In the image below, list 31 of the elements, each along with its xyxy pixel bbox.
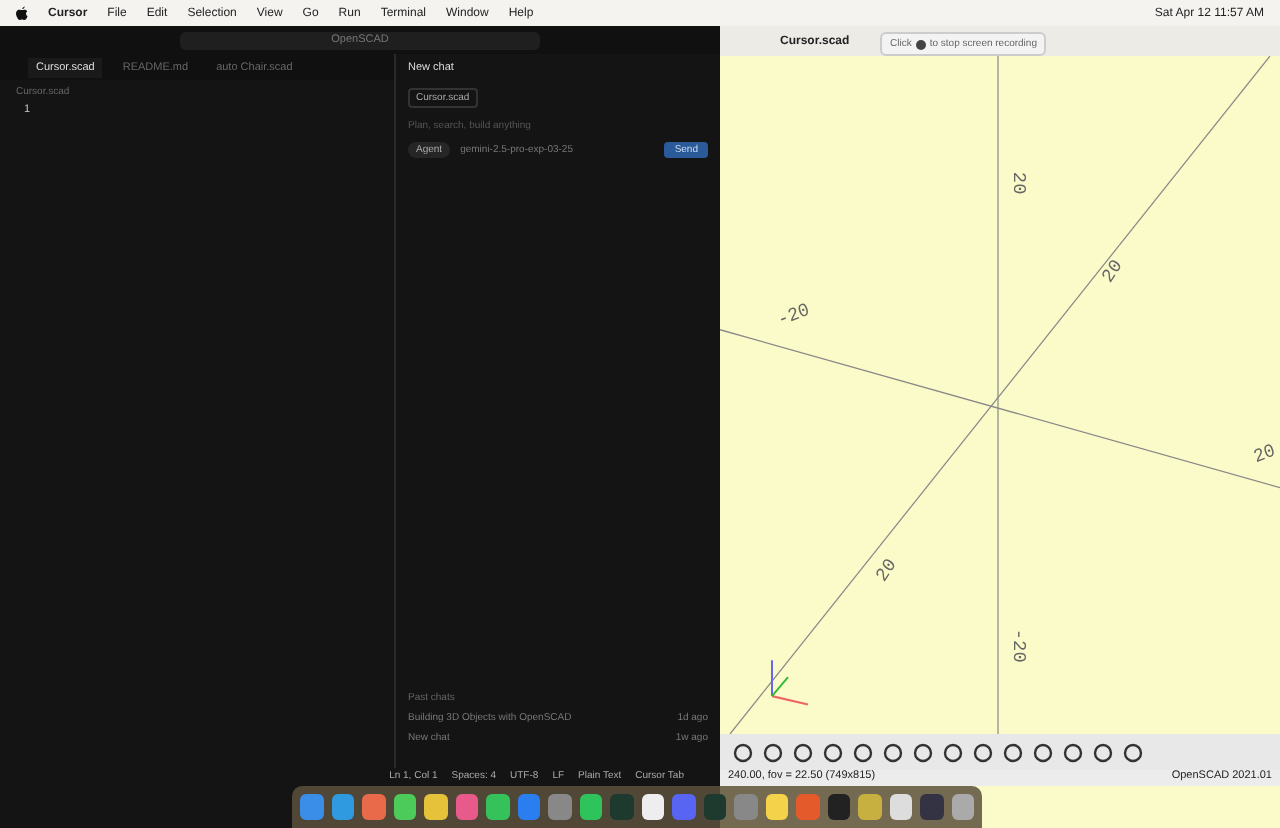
axis-label: 20 <box>871 554 902 586</box>
toolbar-icon[interactable] <box>792 741 814 763</box>
toolbar-icon[interactable] <box>1002 741 1024 763</box>
toolbar-icon[interactable] <box>942 741 964 763</box>
toolbar-icon[interactable] <box>1122 741 1144 763</box>
apple-logo-icon[interactable] <box>16 6 28 20</box>
toolbar-icon[interactable] <box>972 741 994 763</box>
app-icon[interactable] <box>579 794 602 820</box>
app-icon[interactable] <box>393 794 416 820</box>
app-icon[interactable] <box>641 794 664 820</box>
record-icon <box>915 39 926 49</box>
axis-label: -20 <box>1008 628 1030 663</box>
axis-label: 20 <box>1250 439 1279 469</box>
toolbar-icon[interactable] <box>1062 741 1084 763</box>
toolbar-icon[interactable] <box>1092 741 1114 763</box>
toolbar-icon[interactable] <box>852 741 874 763</box>
toolbar-icon[interactable] <box>882 741 904 763</box>
axis-label: 20 <box>1097 255 1128 287</box>
app-icon[interactable] <box>424 794 447 820</box>
toolbar-icon[interactable] <box>732 741 754 763</box>
app-icon[interactable] <box>486 794 509 820</box>
toolbar-icon[interactable] <box>822 741 844 763</box>
toolbar-icon[interactable] <box>912 741 934 763</box>
axis-label: -20 <box>774 298 813 332</box>
toolbar-icon[interactable] <box>762 741 784 763</box>
app-icon[interactable] <box>765 794 788 820</box>
axis-gizmo-icon <box>770 660 809 706</box>
toolbar-icon[interactable] <box>1032 741 1054 763</box>
axis-label: 20 <box>1008 171 1030 195</box>
app-icon[interactable] <box>889 794 912 820</box>
3d-viewport[interactable]: 20 -20 20 20 -20 20 <box>720 56 1280 734</box>
